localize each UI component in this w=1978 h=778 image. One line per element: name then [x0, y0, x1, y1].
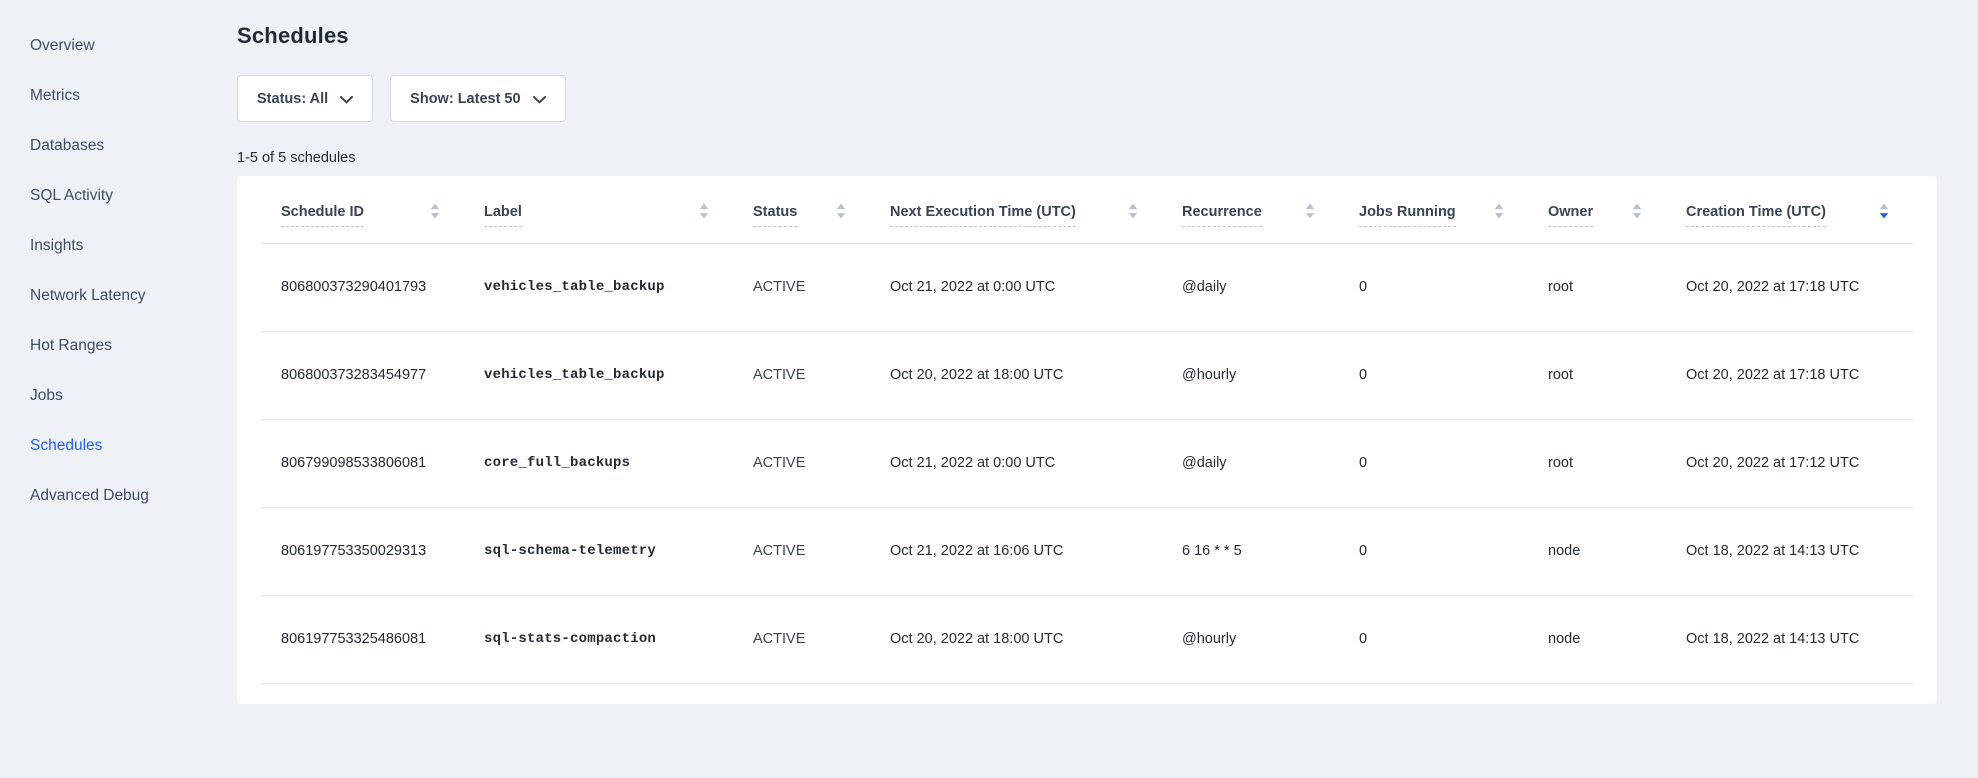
schedules-table: Schedule ID Label Status Next Execution Tim…	[261, 176, 1913, 684]
column-label: Status	[753, 204, 797, 227]
sidebar-item-sql-activity[interactable]: SQL Activity	[30, 171, 237, 221]
show-filter-dropdown[interactable]: Show: Latest 50	[390, 75, 565, 122]
column-label: Jobs Running	[1359, 204, 1456, 227]
cell-owner: node	[1528, 595, 1666, 683]
sidebar-item-advanced-debug[interactable]: Advanced Debug	[30, 471, 237, 521]
cell-label: vehicles_table_backup	[464, 243, 733, 331]
cell-status: ACTIVE	[733, 595, 870, 683]
column-header-creation_time[interactable]: Creation Time (UTC)	[1666, 176, 1913, 243]
table-body: 806800373290401793vehicles_table_backupA…	[261, 243, 1913, 683]
table-row: 806800373283454977vehicles_table_backupA…	[261, 331, 1913, 419]
status-filter-label: Status: All	[257, 91, 328, 107]
chevron-down-icon	[533, 92, 546, 108]
cell-creation_time: Oct 20, 2022 at 17:18 UTC	[1666, 243, 1913, 331]
cell-jobs_running: 0	[1339, 243, 1528, 331]
cell-status: ACTIVE	[733, 331, 870, 419]
cell-jobs_running: 0	[1339, 419, 1528, 507]
column-label: Creation Time (UTC)	[1686, 204, 1826, 227]
cell-owner: root	[1528, 243, 1666, 331]
sidebar-item-metrics[interactable]: Metrics	[30, 71, 237, 121]
cell-status: ACTIVE	[733, 507, 870, 595]
cell-owner: root	[1528, 331, 1666, 419]
cell-schedule_id: 806197753325486081	[261, 595, 464, 683]
cell-creation_time: Oct 18, 2022 at 14:13 UTC	[1666, 507, 1913, 595]
column-header-recurrence[interactable]: Recurrence	[1162, 176, 1339, 243]
cell-label: vehicles_table_backup	[464, 331, 733, 419]
sidebar-item-network-latency[interactable]: Network Latency	[30, 271, 237, 321]
cell-creation_time: Oct 18, 2022 at 14:13 UTC	[1666, 595, 1913, 683]
table-row: 806799098533806081core_full_backupsACTIV…	[261, 419, 1913, 507]
sidebar-item-schedules[interactable]: Schedules	[30, 421, 237, 471]
table-header-row: Schedule ID Label Status Next Execution Tim…	[261, 176, 1913, 243]
cell-recurrence: @hourly	[1162, 595, 1339, 683]
cell-schedule_id: 806800373283454977	[261, 331, 464, 419]
cell-label: sql-schema-telemetry	[464, 507, 733, 595]
sort-icon	[1879, 203, 1889, 220]
cell-recurrence: 6 16 * * 5	[1162, 507, 1339, 595]
sidebar-item-insights[interactable]: Insights	[30, 221, 237, 271]
sort-icon	[1494, 203, 1504, 220]
cell-status: ACTIVE	[733, 419, 870, 507]
sidebar-item-jobs[interactable]: Jobs	[30, 371, 237, 421]
cell-creation_time: Oct 20, 2022 at 17:12 UTC	[1666, 419, 1913, 507]
sidebar-item-overview[interactable]: Overview	[30, 21, 237, 71]
column-header-next_execution[interactable]: Next Execution Time (UTC)	[870, 176, 1162, 243]
sort-icon	[430, 203, 440, 220]
sort-icon	[1305, 203, 1315, 220]
sort-icon	[699, 203, 709, 220]
column-header-schedule_id[interactable]: Schedule ID	[261, 176, 464, 243]
cell-owner: root	[1528, 419, 1666, 507]
show-filter-label: Show: Latest 50	[410, 91, 520, 107]
table-row: 806197753350029313sql-schema-telemetryAC…	[261, 507, 1913, 595]
sidebar-nav: OverviewMetricsDatabasesSQL ActivityInsi…	[0, 0, 237, 778]
results-summary: 1-5 of 5 schedules	[237, 149, 1937, 167]
cell-schedule_id: 806197753350029313	[261, 507, 464, 595]
cell-owner: node	[1528, 507, 1666, 595]
column-header-owner[interactable]: Owner	[1528, 176, 1666, 243]
status-filter-dropdown[interactable]: Status: All	[237, 75, 373, 122]
cell-schedule_id: 806799098533806081	[261, 419, 464, 507]
cell-jobs_running: 0	[1339, 331, 1528, 419]
sort-icon	[836, 203, 846, 220]
column-header-jobs_running[interactable]: Jobs Running	[1339, 176, 1528, 243]
sidebar-item-hot-ranges[interactable]: Hot Ranges	[30, 321, 237, 371]
sidebar-item-databases[interactable]: Databases	[30, 121, 237, 171]
cell-creation_time: Oct 20, 2022 at 17:18 UTC	[1666, 331, 1913, 419]
column-label: Next Execution Time (UTC)	[890, 204, 1076, 227]
cell-next_execution: Oct 20, 2022 at 18:00 UTC	[870, 595, 1162, 683]
column-header-label[interactable]: Label	[464, 176, 733, 243]
cell-label: core_full_backups	[464, 419, 733, 507]
cell-next_execution: Oct 21, 2022 at 16:06 UTC	[870, 507, 1162, 595]
cell-recurrence: @hourly	[1162, 331, 1339, 419]
cell-recurrence: @daily	[1162, 243, 1339, 331]
cell-status: ACTIVE	[733, 243, 870, 331]
cell-label: sql-stats-compaction	[464, 595, 733, 683]
cell-next_execution: Oct 20, 2022 at 18:00 UTC	[870, 331, 1162, 419]
cell-next_execution: Oct 21, 2022 at 0:00 UTC	[870, 243, 1162, 331]
sort-icon	[1632, 203, 1642, 220]
main-content: Schedules Status: All Show: Latest 50 1-…	[237, 0, 1978, 778]
cell-schedule_id: 806800373290401793	[261, 243, 464, 331]
column-label: Schedule ID	[281, 204, 364, 227]
sort-icon	[1128, 203, 1138, 220]
column-label: Label	[484, 204, 522, 227]
schedules-table-panel: Schedule ID Label Status Next Execution Tim…	[237, 176, 1937, 704]
table-row: 806197753325486081sql-stats-compactionAC…	[261, 595, 1913, 683]
page-title: Schedules	[237, 22, 1937, 50]
cell-next_execution: Oct 21, 2022 at 0:00 UTC	[870, 419, 1162, 507]
column-label: Recurrence	[1182, 204, 1262, 227]
chevron-down-icon	[340, 92, 353, 108]
table-row: 806800373290401793vehicles_table_backupA…	[261, 243, 1913, 331]
cell-jobs_running: 0	[1339, 507, 1528, 595]
app-root: OverviewMetricsDatabasesSQL ActivityInsi…	[0, 0, 1978, 778]
cell-recurrence: @daily	[1162, 419, 1339, 507]
column-label: Owner	[1548, 204, 1593, 227]
column-header-status[interactable]: Status	[733, 176, 870, 243]
filters-bar: Status: All Show: Latest 50	[237, 75, 1937, 122]
cell-jobs_running: 0	[1339, 595, 1528, 683]
